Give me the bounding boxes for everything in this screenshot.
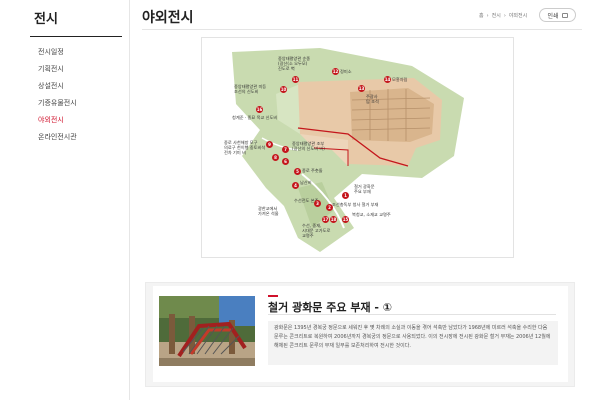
map-label: 중로 사천해방 모구 의료구 천이행 중토비석 전차 기미 비 xyxy=(224,140,266,155)
breadcrumb-exhibition[interactable]: 전시 xyxy=(492,12,501,19)
sidebar-item-donation[interactable]: 기증유물전시 xyxy=(38,95,77,112)
map-pin[interactable]: 18 xyxy=(330,216,337,223)
outdoor-exhibit-map: 중앙태평양관 순종 (광산(소 오두모) 진도로 벽 정미소 모흥차림 중앙태평… xyxy=(201,37,514,258)
print-button[interactable]: 인쇄 xyxy=(539,8,576,22)
map-label: 중앙태평양관 순종 (광산(소 오두모) 진도로 벽 xyxy=(278,56,311,71)
map-pin[interactable]: 17 xyxy=(322,216,329,223)
map-label: 주광사 탑 조석 xyxy=(366,94,379,104)
map-pin[interactable]: 7 xyxy=(282,146,289,153)
map-pin[interactable]: 15 xyxy=(342,216,349,223)
sidebar-menu: 전시일정 기획전시 상설전시 기증유물전시 야외전시 온라인전시관 xyxy=(38,44,77,146)
map-pin[interactable]: 6 xyxy=(282,158,289,165)
map-pin[interactable]: 3 xyxy=(314,200,321,207)
title-divider xyxy=(142,29,582,30)
map-pin[interactable]: 9 xyxy=(266,141,273,148)
map-label: 종로 주춧돌 xyxy=(302,168,323,173)
sidebar-divider xyxy=(30,36,122,37)
map-label: 광한교에서 가져온 석물 xyxy=(258,206,279,216)
breadcrumb-separator: › xyxy=(486,12,489,19)
map-pin[interactable]: 16 xyxy=(256,106,263,113)
exhibit-photo-image xyxy=(159,296,255,366)
sidebar-item-permanent[interactable]: 상설전시 xyxy=(38,78,77,95)
map-label: 남산비 xyxy=(300,180,312,185)
map-pin[interactable]: 14 xyxy=(384,76,391,83)
page-title: 야외전시 xyxy=(142,10,194,26)
map-pin[interactable]: 5 xyxy=(294,168,301,175)
map-label: 중앙태평양관 조부 (광산의 신도비 비) xyxy=(292,141,325,151)
sidebar-item-schedule[interactable]: 전시일정 xyxy=(38,44,77,61)
exhibit-title: 철거 광화문 주요 부재 - ① xyxy=(268,301,393,314)
map-pin[interactable]: 12 xyxy=(332,68,339,75)
map-label: 철거 광화문 주요 부재 xyxy=(354,184,375,194)
map-pin[interactable]: 1 xyxy=(342,192,349,199)
breadcrumb-current: 야외전시 xyxy=(508,13,528,19)
map-label: 복청교, 소재교 교명주 xyxy=(352,212,391,217)
sidebar: 전시 전시일정 기획전시 상설전시 기증유물전시 야외전시 온라인전시관 xyxy=(0,0,130,400)
exhibit-title-divider xyxy=(268,314,556,315)
breadcrumb: 홈 › 전시 › 야외전시 xyxy=(479,12,528,20)
sidebar-item-outdoor[interactable]: 야외전시 xyxy=(38,112,77,129)
map-label: 모흥차림 xyxy=(392,77,408,82)
map-label: 청계준 · 종묘 목교 신도비 xyxy=(232,115,278,120)
map-pin[interactable]: 8 xyxy=(272,154,279,161)
print-label: 인쇄 xyxy=(547,12,559,20)
map-label: 정미소 xyxy=(340,69,352,74)
map-pin[interactable]: 10 xyxy=(280,86,287,93)
map-pin[interactable]: 4 xyxy=(292,182,299,189)
printer-icon xyxy=(561,12,568,18)
map-label: 수선, 중재, 시대문 고가도로 교명주 xyxy=(302,223,331,238)
map-label: 중앙태평양관 미등 조선의 신도비 xyxy=(234,84,267,94)
map-pin[interactable]: 2 xyxy=(326,204,333,211)
title-accent-bar xyxy=(268,295,278,297)
sidebar-item-online[interactable]: 온라인전시관 xyxy=(38,129,77,146)
exhibit-photo xyxy=(159,296,255,366)
breadcrumb-separator: › xyxy=(503,12,506,19)
map-pin[interactable]: 11 xyxy=(292,76,299,83)
sidebar-item-special[interactable]: 기획전시 xyxy=(38,61,77,78)
breadcrumb-home[interactable]: 홈 xyxy=(479,12,484,19)
map-label: 조선총독부 청사 철거 부재 xyxy=(332,202,379,207)
exhibit-description: 광화문은 1395년 경복궁 정문으로 세워진 후 몇 차례의 소실과 이동을 … xyxy=(268,321,558,365)
map-pin[interactable]: 13 xyxy=(358,85,365,92)
sidebar-title: 전시 xyxy=(34,12,58,27)
